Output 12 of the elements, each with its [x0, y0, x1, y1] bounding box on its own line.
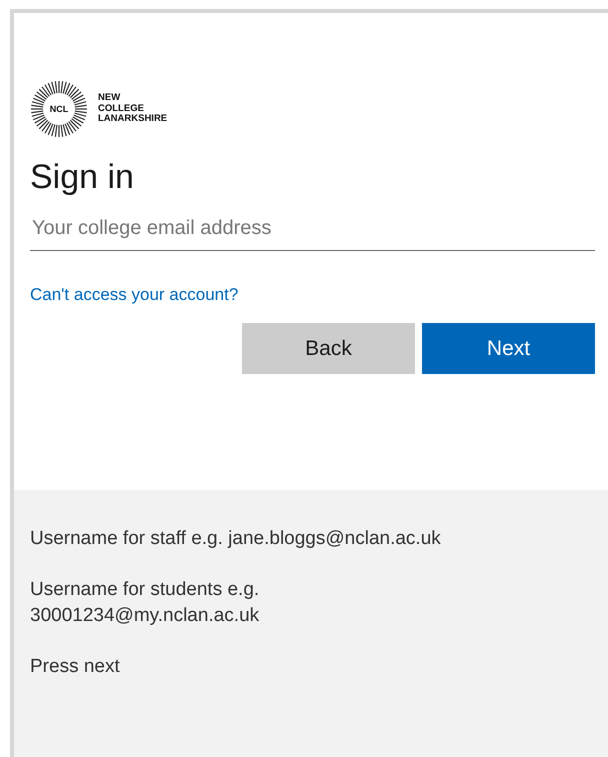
- logo-initials: NCL: [50, 104, 68, 114]
- hint-text: Username for staff e.g. jane.bloggs@nclan.ac.uk: [30, 527, 442, 551]
- logo-wordmark-line: COLLEGE: [98, 104, 145, 114]
- next-button[interactable]: Next: [422, 323, 595, 374]
- hint-text: Press next: [30, 654, 121, 679]
- back-button[interactable]: Back: [242, 323, 415, 374]
- logo-ring-icon: [30, 80, 88, 138]
- account-help-link[interactable]: Can't access your account?: [30, 285, 238, 305]
- logo-wordmark-line: LANARKSHIRE: [98, 114, 168, 125]
- hint-text: Username for students e.g. 30001234@my.nclan.ac.uk: [30, 578, 260, 628]
- logo-wordmark-line: NEW: [98, 93, 122, 104]
- sign-in-title: Sign in: [30, 158, 135, 197]
